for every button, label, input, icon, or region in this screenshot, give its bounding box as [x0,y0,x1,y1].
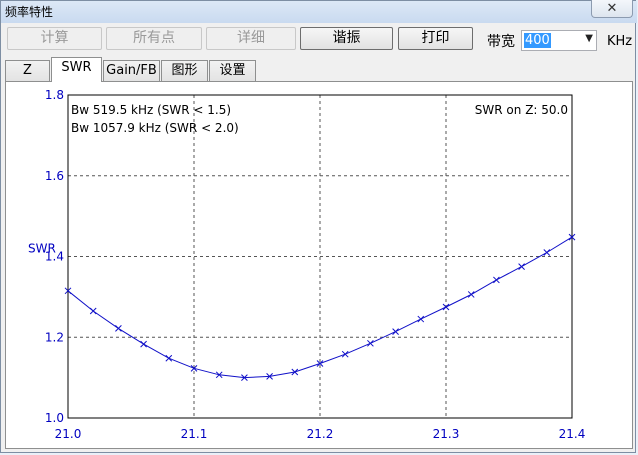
swr-data-point [493,276,500,284]
swr-data-point [89,307,97,315]
swr-data-point [140,340,147,348]
title-bar: 频率特性 ✕ [1,0,637,23]
print-button[interactable]: 打印 [398,27,473,50]
tab-settings[interactable]: 设置 [209,60,256,81]
swr-data-point [417,315,425,323]
y-tick-label: 1.2 [45,330,64,344]
resonance-button[interactable]: 谐振 [300,27,393,50]
swr-data-point [392,328,399,335]
window-title: 频率特性 [5,5,54,19]
details-button[interactable]: 详细 [206,27,296,50]
chevron-down-icon[interactable]: ▼ [585,33,593,44]
close-icon: ✕ [606,1,618,16]
tab-gain-fb[interactable]: Gain/FB [103,60,160,81]
calculate-button[interactable]: 计算 [7,27,102,50]
y-tick-label: 1.6 [45,169,64,183]
bandwidth-2-0-annotation: Bw 1057.9 kHz (SWR < 2.0) [71,121,239,135]
bandwidth-select[interactable]: 400 ▼ [521,30,597,51]
close-button[interactable]: ✕ [591,0,633,18]
all-points-button[interactable]: 所有点 [106,27,202,50]
bandwidth-1-5-annotation: Bw 519.5 kHz (SWR < 1.5) [71,103,231,117]
swr-data-point [367,339,374,347]
swr-data-point [442,303,450,311]
swr-chart: 21.0 21.1 21.2 21.3 21.41.01.21.41.61.8SWRBw… [28,88,586,441]
tab-z[interactable]: Z [5,60,50,81]
swr-data-point [543,249,551,256]
y-axis-label: SWR [28,241,56,255]
tab-swr[interactable]: SWR [51,57,102,82]
bandwidth-value: 400 [524,33,551,48]
swr-data-point [115,325,122,332]
x-tick-label: 21.4 [559,427,586,441]
swr-data-point [165,354,173,362]
bandwidth-label: 带宽 [487,34,515,50]
x-tick-label: 21.1 [181,427,208,441]
x-tick-label: 21.0 [55,427,82,441]
y-tick-label: 1.8 [45,88,64,102]
x-tick-label: 21.3 [433,427,460,441]
bandwidth-unit: KHz [607,34,633,49]
swr-data-point [341,350,349,358]
reference-impedance-annotation: SWR on Z: 50.0 [475,103,568,117]
x-tick-label: 21.2 [307,427,334,441]
swr-data-point [518,263,525,270]
tab-graph[interactable]: 图形 [161,60,208,81]
frequency-response-window: 频率特性 ✕ 计算 所有点 详细 谐振 打印 带宽 400 ▼ KHz Z SW… [0,0,637,453]
swr-data-point [467,291,475,298]
y-tick-label: 1.0 [45,411,64,425]
swr-chart-panel: 21.0 21.1 21.2 21.3 21.4 1.0 1.2 1.4 1.6 1.8 SWR Bw… [5,81,633,449]
